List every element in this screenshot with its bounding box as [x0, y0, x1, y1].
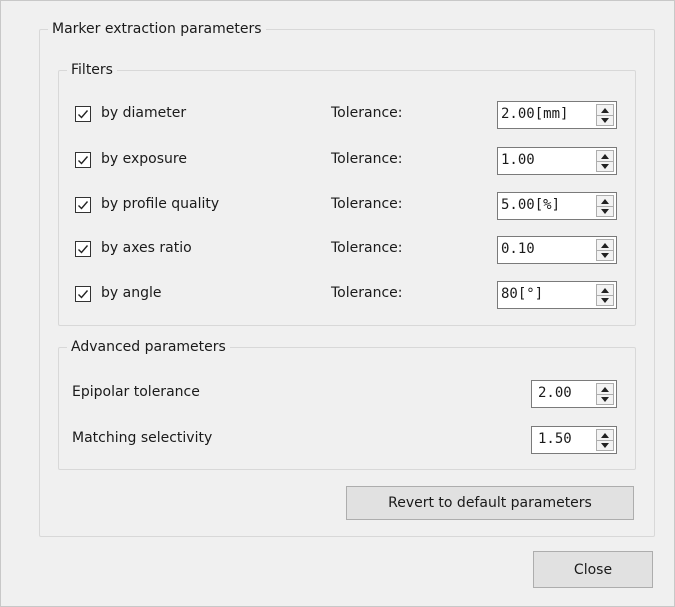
filter-angle-tolerance-spinbox[interactable]: 80[°] — [497, 281, 617, 309]
checkmark-icon — [78, 245, 89, 254]
filter-profile-quality-checkbox[interactable] — [75, 197, 91, 213]
advanced-parameters-group-title: Advanced parameters — [67, 338, 230, 356]
marker-extraction-dialog: Marker extraction parameters Filters by … — [0, 0, 675, 607]
filter-diameter-tolerance-value[interactable]: 2.00[mm] — [501, 106, 568, 122]
matching-selectivity-label: Matching selectivity — [72, 430, 213, 446]
spin-down-icon[interactable] — [597, 394, 613, 404]
filter-diameter-tolerance-spinbox[interactable]: 2.00[mm] — [497, 101, 617, 129]
filter-axes-ratio-tolerance-label: Tolerance: — [331, 240, 403, 256]
spin-down-icon[interactable] — [597, 161, 613, 171]
filter-diameter-tolerance-label: Tolerance: — [331, 105, 403, 121]
spin-down-icon[interactable] — [597, 115, 613, 125]
advanced-parameters-group: Advanced parameters Epipolar tolerance 2… — [58, 338, 636, 470]
filters-group-title: Filters — [67, 61, 117, 79]
filter-diameter-checkbox[interactable] — [75, 106, 91, 122]
epipolar-tolerance-spinbox[interactable]: 2.00 — [531, 380, 617, 408]
filter-profile-quality-tolerance-spinbox[interactable]: 5.00[%] — [497, 192, 617, 220]
spin-down-icon[interactable] — [597, 250, 613, 260]
filter-angle-tolerance-label: Tolerance: — [331, 285, 403, 301]
spin-buttons — [596, 150, 614, 172]
epipolar-tolerance-label: Epipolar tolerance — [72, 384, 200, 400]
spin-buttons — [596, 239, 614, 261]
marker-extraction-group-title: Marker extraction parameters — [48, 20, 266, 38]
filter-axes-ratio-label[interactable]: by axes ratio — [101, 240, 192, 256]
filter-exposure-tolerance-label: Tolerance: — [331, 151, 403, 167]
spin-buttons — [596, 383, 614, 405]
filter-angle-label[interactable]: by angle — [101, 285, 161, 301]
matching-selectivity-value[interactable]: 1.50 — [538, 431, 572, 447]
filters-group: Filters by diameter Tolerance: 2.00[mm] — [58, 61, 636, 326]
checkmark-icon — [78, 156, 89, 165]
filter-exposure-tolerance-value[interactable]: 1.00 — [501, 152, 535, 168]
checkmark-icon — [78, 290, 89, 299]
filter-exposure-label[interactable]: by exposure — [101, 151, 187, 167]
filter-angle-checkbox[interactable] — [75, 286, 91, 302]
checkmark-icon — [78, 110, 89, 119]
spin-down-icon[interactable] — [597, 295, 613, 305]
filter-axes-ratio-tolerance-value[interactable]: 0.10 — [501, 241, 535, 257]
spin-buttons — [596, 429, 614, 451]
spin-buttons — [596, 195, 614, 217]
close-button[interactable]: Close — [533, 551, 653, 588]
spin-down-icon[interactable] — [597, 206, 613, 216]
filter-diameter-label[interactable]: by diameter — [101, 105, 186, 121]
revert-default-button[interactable]: Revert to default parameters — [346, 486, 634, 520]
filter-exposure-tolerance-spinbox[interactable]: 1.00 — [497, 147, 617, 175]
checkmark-icon — [78, 201, 89, 210]
spin-down-icon[interactable] — [597, 440, 613, 450]
filter-profile-quality-label[interactable]: by profile quality — [101, 196, 219, 212]
filter-exposure-checkbox[interactable] — [75, 152, 91, 168]
filter-axes-ratio-tolerance-spinbox[interactable]: 0.10 — [497, 236, 617, 264]
filter-axes-ratio-checkbox[interactable] — [75, 241, 91, 257]
matching-selectivity-spinbox[interactable]: 1.50 — [531, 426, 617, 454]
marker-extraction-group: Marker extraction parameters Filters by … — [39, 20, 655, 537]
spin-buttons — [596, 104, 614, 126]
filter-profile-quality-tolerance-label: Tolerance: — [331, 196, 403, 212]
filter-profile-quality-tolerance-value[interactable]: 5.00[%] — [501, 197, 560, 213]
epipolar-tolerance-value[interactable]: 2.00 — [538, 385, 572, 401]
filter-angle-tolerance-value[interactable]: 80[°] — [501, 286, 543, 302]
spin-buttons — [596, 284, 614, 306]
